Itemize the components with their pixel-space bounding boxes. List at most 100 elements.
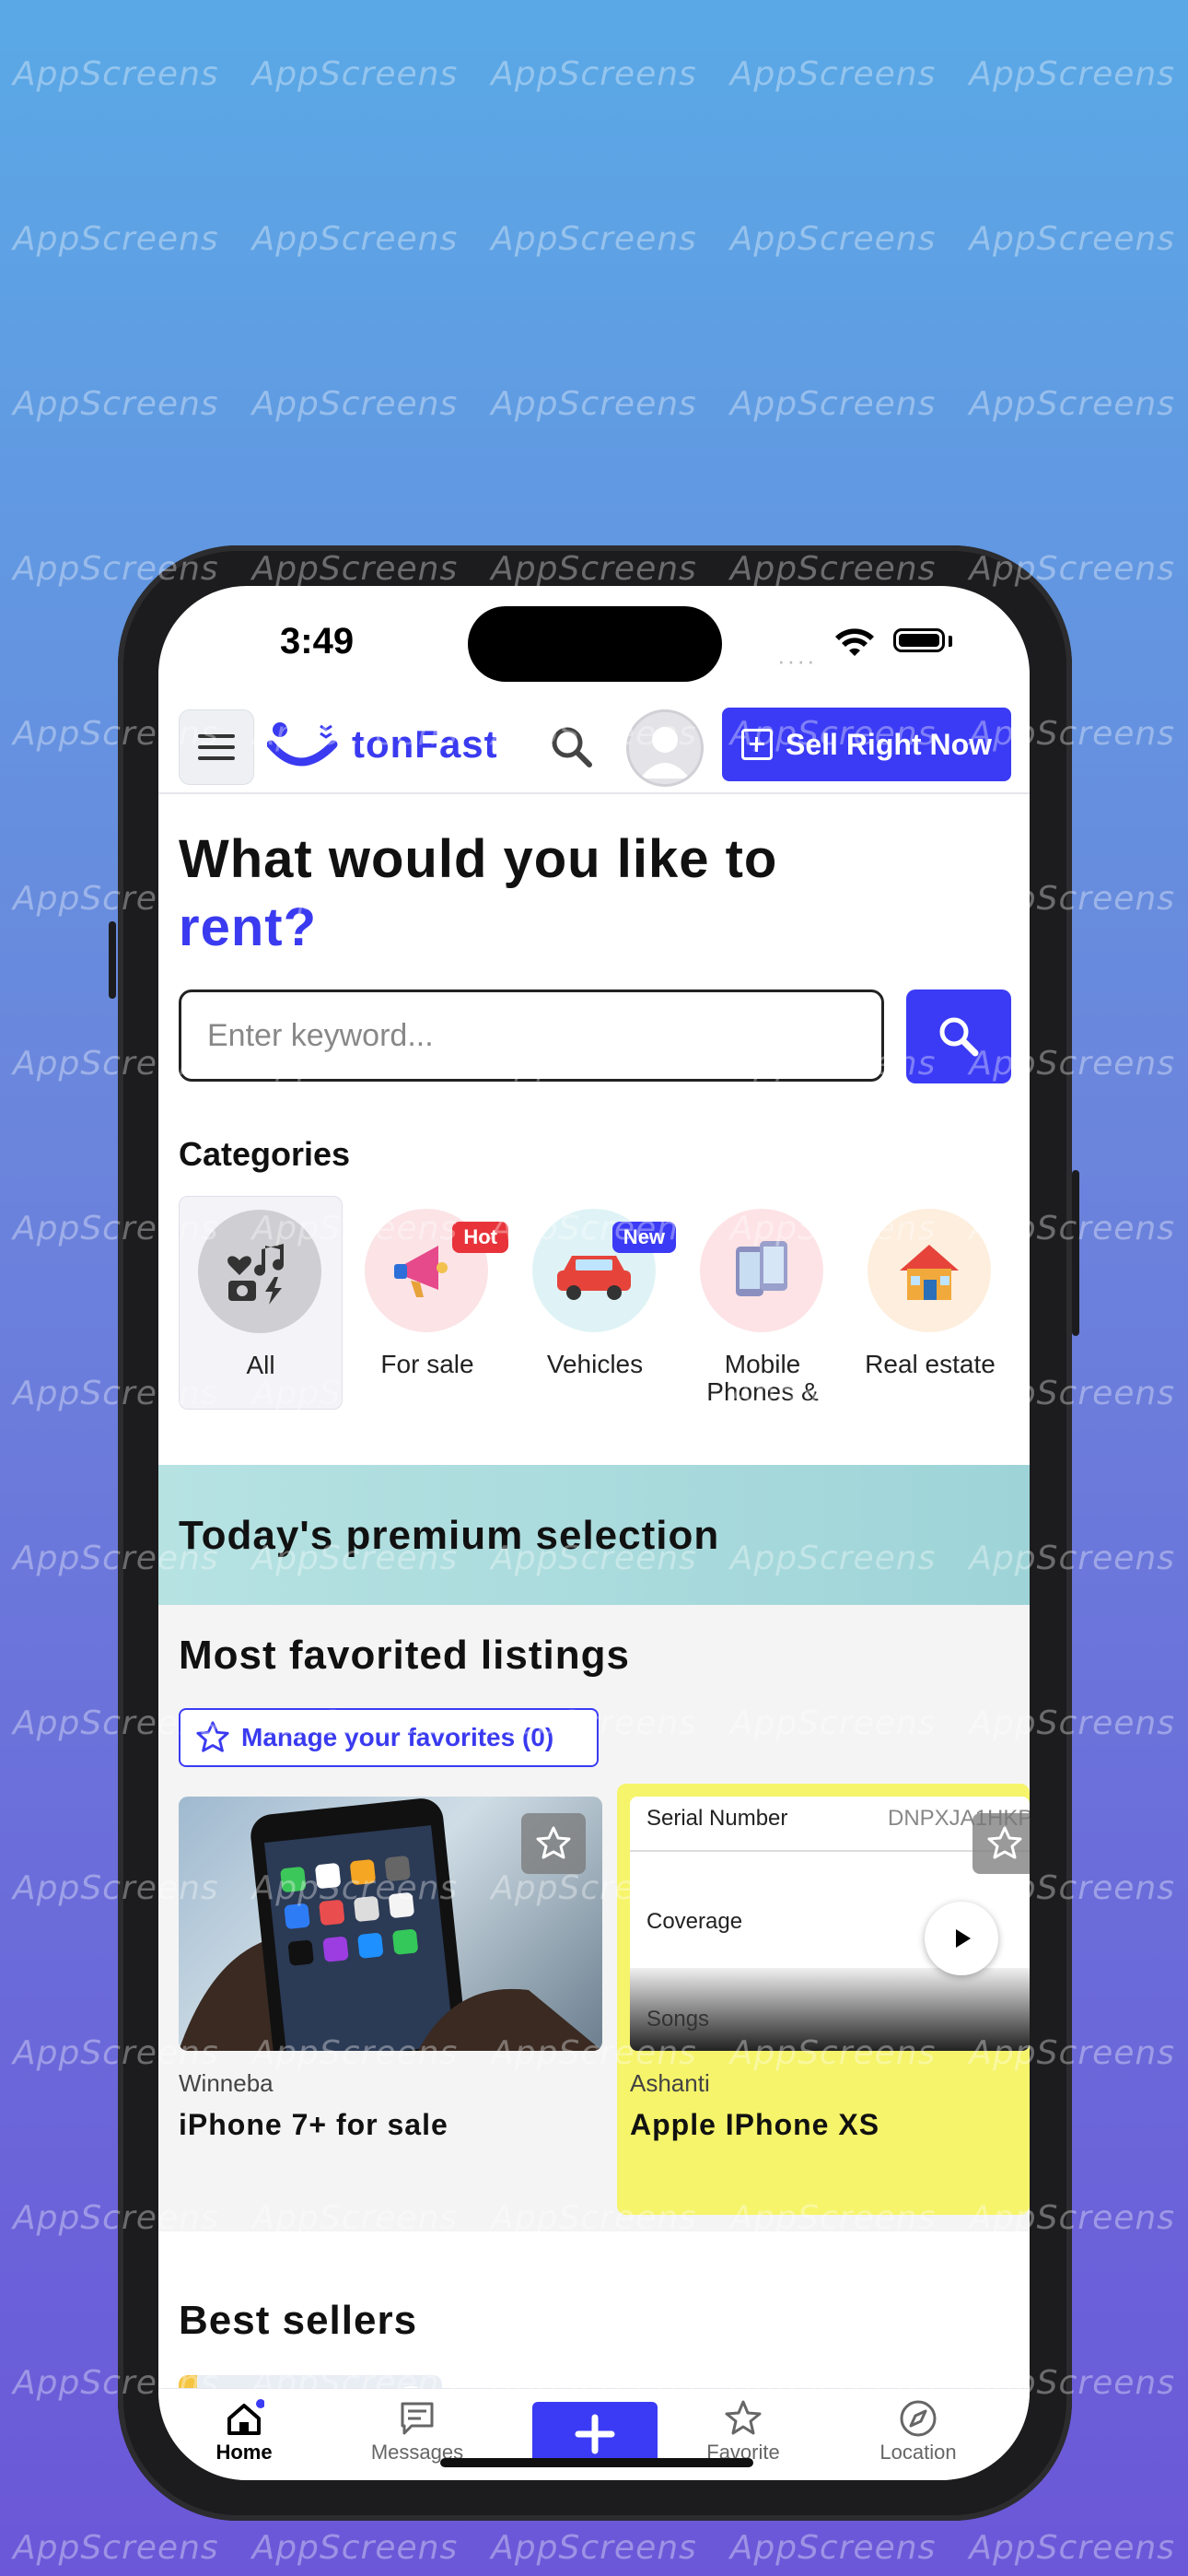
manage-favorites-button[interactable]: Manage your favorites (0): [179, 1708, 599, 1767]
listing-card[interactable]: Winneba iPhone 7+ for sale: [179, 1797, 602, 2184]
headline-line: What would you like to: [179, 829, 778, 889]
home-indicator: [440, 2458, 753, 2467]
premium-title: Today's premium selection: [179, 1513, 720, 1558]
watermark-text: AppScreens: [251, 220, 459, 258]
tab-label: Location: [879, 2441, 957, 2464]
search-button[interactable]: [906, 989, 1011, 1083]
category-vehicles[interactable]: New Vehicles: [514, 1196, 676, 1408]
categories-row: All Hot For sale New Vehicles Mobile Pho…: [179, 1196, 1026, 1410]
phones-icon: [700, 1209, 823, 1332]
plus-square-icon: [741, 729, 773, 760]
watermark-text: AppScreens: [13, 220, 219, 258]
app-logo[interactable]: tonFast: [267, 717, 498, 772]
image-row-label: Serial Number: [646, 1806, 788, 1831]
watermark-text: AppScreens: [729, 385, 937, 423]
listing-title: Apple IPhone XS: [630, 2108, 880, 2141]
logo-text: tonFast: [352, 722, 498, 766]
hamburger-menu-icon[interactable]: [179, 709, 254, 785]
watermark-text: AppScreens: [969, 220, 1175, 258]
watermark-row: AppScreens AppScreens AppScreens AppScreens…: [0, 385, 1188, 423]
compass-icon: [900, 2400, 937, 2437]
premium-selection-banner[interactable]: Today's premium selection: [158, 1465, 1030, 1605]
watermark-text: AppScreens: [969, 2529, 1175, 2567]
sell-right-now-button[interactable]: Sell Right Now: [722, 708, 1011, 781]
smile-logo-icon: [267, 722, 338, 767]
favorite-toggle-button[interactable]: [973, 1813, 1030, 1874]
dynamic-island: [468, 606, 722, 682]
watermark-text: AppScreens: [729, 55, 937, 93]
star-outline-icon: [536, 1826, 571, 1859]
search-placeholder: Enter keyword...: [207, 1017, 434, 1053]
favorites-section: Most favorited listings Manage your favo…: [158, 1605, 1030, 2231]
watermark-text: AppScreens: [491, 2529, 697, 2567]
main-content[interactable]: What would you like to rent? Enter keywo…: [158, 794, 1030, 2388]
favorite-toggle-button[interactable]: [521, 1813, 586, 1874]
watermark-text: AppScreens: [969, 55, 1175, 93]
category-label: Mobile Phones &: [706, 1350, 819, 1406]
watermark-text: AppScreens: [729, 220, 937, 258]
image-row-label: Songs: [646, 2007, 710, 2032]
app-header: tonFast Sell Right Now: [158, 697, 1030, 794]
best-seller-thumbnail[interactable]: [179, 2375, 442, 2388]
plus-icon: [575, 2414, 615, 2454]
watermark-text: AppScreens: [13, 385, 219, 423]
category-label: For sale: [380, 1350, 474, 1378]
categories-title: Categories: [179, 1135, 351, 1173]
watermark-text: AppScreens: [491, 220, 697, 258]
message-icon: [401, 2402, 434, 2435]
listing-image: Serial Number DNPXJA1HKPF Coverage Songs: [630, 1797, 1030, 2051]
star-icon: [725, 2400, 762, 2435]
manage-favorites-label: Manage your favorites (0): [241, 1723, 554, 1751]
search-icon[interactable]: [549, 724, 595, 770]
phone-side-button: [1072, 1170, 1079, 1336]
best-sellers-section: Best sellers: [158, 2265, 1030, 2388]
star-outline-icon: [196, 1721, 229, 1752]
watermark-text: AppScreens: [729, 2529, 937, 2567]
listing-image: [179, 1797, 602, 2051]
watermark-text: AppScreens: [491, 55, 697, 93]
category-mobile-phones[interactable]: Mobile Phones &: [681, 1196, 844, 1408]
tab-label: Home: [215, 2441, 273, 2464]
headline-accent: rent?: [179, 897, 317, 957]
best-sellers-title: Best sellers: [179, 2298, 418, 2343]
add-listing-button[interactable]: [532, 2402, 658, 2466]
watermark-text: AppScreens: [251, 385, 459, 423]
battery-tip: [949, 636, 952, 647]
watermark-row: AppScreens AppScreens AppScreens AppScreens…: [0, 220, 1188, 258]
phone-side-button: [109, 921, 116, 999]
hot-badge: Hot: [452, 1222, 508, 1253]
sell-button-label: Sell Right Now: [786, 727, 992, 761]
category-for-sale[interactable]: Hot For sale: [346, 1196, 508, 1408]
page-title: What would you like to rent?: [179, 825, 777, 962]
favorites-title: Most favorited listings: [179, 1633, 630, 1678]
listing-title: iPhone 7+ for sale: [179, 2108, 448, 2141]
search-input[interactable]: Enter keyword...: [179, 989, 884, 1082]
listing-location: Ashanti: [630, 2069, 710, 2097]
avatar[interactable]: [626, 709, 704, 787]
watermark-row: AppScreens AppScreens AppScreens AppScreens…: [0, 55, 1188, 93]
category-label: All: [246, 1351, 275, 1379]
listing-card[interactable]: Serial Number DNPXJA1HKPF Coverage Songs: [617, 1784, 1030, 2215]
status-time: 3:49: [280, 621, 355, 662]
listing-location: Winneba: [179, 2069, 274, 2097]
divider: [630, 1850, 1030, 1852]
all-categories-icon: [198, 1210, 321, 1333]
tab-location[interactable]: Location: [849, 2398, 987, 2465]
tab-favorite[interactable]: Favorite: [674, 2398, 812, 2465]
house-icon: [868, 1209, 991, 1332]
category-label: Vehicles: [546, 1350, 644, 1378]
tab-messages[interactable]: Messages: [348, 2398, 486, 2465]
watermark-text: AppScreens: [969, 385, 1175, 423]
category-real-estate[interactable]: Real estate: [849, 1196, 1011, 1408]
wifi-icon: [835, 628, 874, 656]
tab-home[interactable]: Home: [175, 2398, 313, 2465]
watermark-text: AppScreens: [491, 385, 697, 423]
watermark-text: AppScreens: [251, 2529, 459, 2567]
watermark-row: AppScreens AppScreens AppScreens AppScreens…: [0, 2529, 1188, 2567]
home-icon: [227, 2399, 264, 2435]
new-badge: New: [611, 1222, 676, 1253]
battery-icon: [893, 628, 945, 652]
watermark-text: AppScreens: [13, 55, 219, 93]
category-all[interactable]: All: [179, 1196, 343, 1410]
category-label: Real estate: [865, 1350, 996, 1378]
